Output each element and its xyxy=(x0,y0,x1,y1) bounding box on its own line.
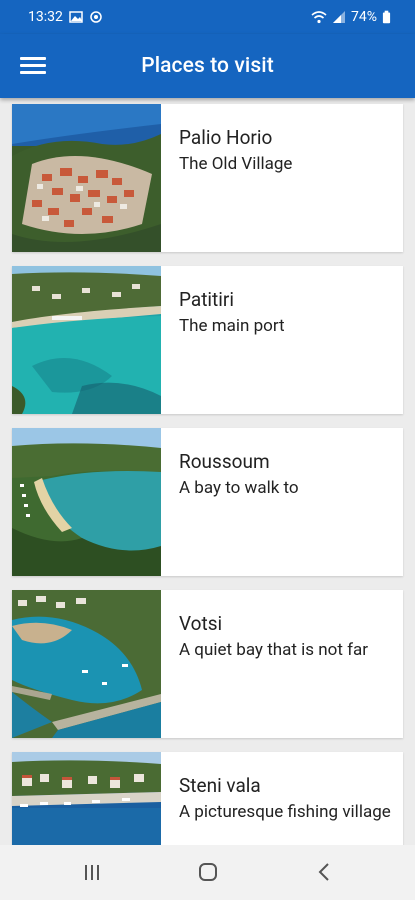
system-nav-bar xyxy=(0,845,415,900)
status-bar: 13:32 74% xyxy=(0,0,415,34)
places-list[interactable]: Palio Horio The Old Village Patitiri The… xyxy=(0,98,415,845)
place-card-steni-vala[interactable]: Steni vala A picturesque fishing village xyxy=(12,752,403,845)
place-card-palio-horio[interactable]: Palio Horio The Old Village xyxy=(12,104,403,252)
place-subtitle: The main port xyxy=(179,316,285,336)
home-icon[interactable] xyxy=(188,859,228,887)
place-card-patitiri[interactable]: Patitiri The main port xyxy=(12,266,403,414)
place-subtitle: A quiet bay that is not far xyxy=(179,640,369,660)
battery-icon xyxy=(382,10,391,24)
wifi-icon xyxy=(311,11,327,24)
place-thumbnail xyxy=(12,266,161,414)
page-title: Places to visit xyxy=(141,54,274,78)
place-card-roussoum[interactable]: Roussoum A bay to walk to xyxy=(12,428,403,576)
image-icon xyxy=(69,11,83,23)
sync-icon xyxy=(90,11,102,23)
place-title: Steni vala xyxy=(179,774,261,797)
place-subtitle: A bay to walk to xyxy=(179,478,299,498)
back-icon[interactable] xyxy=(304,859,344,887)
place-title: Palio Horio xyxy=(179,126,273,149)
place-title: Patitiri xyxy=(179,288,234,311)
place-title: Roussoum xyxy=(179,450,270,473)
signal-icon xyxy=(333,11,345,23)
recent-apps-icon[interactable] xyxy=(72,859,112,887)
place-card-votsi[interactable]: Votsi A quiet bay that is not far xyxy=(12,590,403,738)
place-title: Votsi xyxy=(179,612,223,635)
app-bar: Places to visit xyxy=(0,34,415,98)
place-thumbnail xyxy=(12,104,161,252)
battery-percent: 74% xyxy=(351,9,377,25)
place-thumbnail xyxy=(12,590,161,738)
place-subtitle: The Old Village xyxy=(179,154,293,174)
place-thumbnail xyxy=(12,752,161,845)
status-time: 13:32 xyxy=(28,9,63,25)
place-thumbnail xyxy=(12,428,161,576)
place-subtitle: A picturesque fishing village xyxy=(179,802,391,822)
